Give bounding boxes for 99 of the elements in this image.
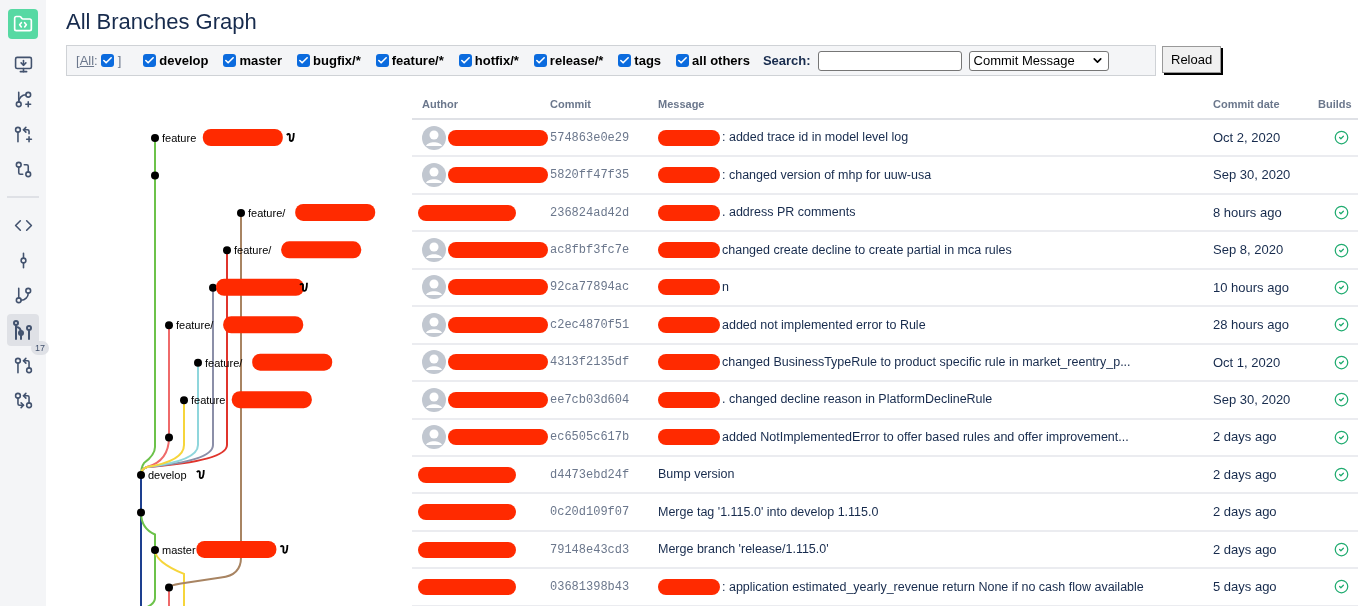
branch-label: feature (191, 394, 226, 407)
checkbox[interactable] (143, 54, 157, 67)
commit-message[interactable]: : changed version of mhp for uuw-usa (722, 165, 932, 185)
commit-message[interactable]: : added trace id in model level log (722, 128, 909, 148)
graph-icon (12, 319, 34, 341)
commit-hash[interactable]: d4473ebd24f (548, 465, 656, 484)
checkbox[interactable] (100, 54, 114, 67)
filter-label: master (239, 51, 283, 70)
commit-dot[interactable] (137, 508, 145, 517)
commit-hash[interactable]: 4313f2135df (548, 353, 656, 372)
commit-dot[interactable] (194, 358, 202, 367)
commit-message[interactable]: . address PR comments (722, 203, 856, 222)
commit-dot[interactable] (165, 583, 173, 592)
commit-date: 8 hours ago (1212, 203, 1283, 222)
column-header: Message (657, 96, 706, 112)
checkbox[interactable] (458, 54, 472, 67)
branch-plus-icon (13, 89, 33, 109)
branch-label: feature/ (176, 319, 214, 332)
search-type-select[interactable]: Commit Message (968, 50, 1109, 71)
compare-plus-icon (13, 159, 33, 179)
commit-date: 10 hours ago (1212, 278, 1290, 297)
commit-message[interactable]: changed BusinessTypeRule to product specific rule in market_reentry_p... (722, 352, 1131, 372)
commit-message[interactable]: added NotImplementedError to offer based rules and offer improvement... (722, 427, 1129, 447)
checkbox[interactable] (223, 54, 237, 67)
branch-label: feature (162, 132, 197, 144)
search-field[interactable] (817, 50, 962, 71)
commit-date: 5 days ago (1212, 578, 1278, 597)
commit-date: 2 days ago (1212, 428, 1278, 447)
page-title: All Branches Graph (66, 8, 258, 36)
all-bracket: [ (76, 51, 80, 70)
commit-dot[interactable] (151, 545, 159, 554)
branch-icon (13, 285, 33, 305)
commit-date: Sep 30, 2020 (1212, 391, 1292, 410)
pull-request-plus-icon (13, 124, 33, 144)
commit-message[interactable]: Bump version (658, 465, 735, 485)
filter-label: all others (692, 51, 750, 70)
checkbox[interactable] (618, 54, 632, 67)
commit-date: 28 hours ago (1212, 316, 1290, 335)
branch-label: master (162, 543, 196, 556)
filter-label: feature/* (391, 51, 444, 70)
count-badge: 17 (31, 341, 49, 355)
commit-dot[interactable] (165, 433, 173, 442)
monitor-download-icon (13, 54, 33, 74)
commit-dot[interactable] (151, 171, 159, 180)
column-header: Builds (1317, 96, 1352, 112)
filter-label: develop (159, 51, 209, 70)
commit-dot[interactable] (137, 471, 145, 480)
commit-message[interactable]: changed create decline to create partial in mca rules (722, 240, 1012, 260)
commit-dot[interactable] (209, 283, 217, 292)
commit-message[interactable]: added not implemented error to Rule (722, 315, 926, 335)
filter-label: hotfix/* (474, 51, 519, 70)
column-header: Author (421, 96, 460, 112)
commit-date: 2 days ago (1212, 503, 1278, 522)
commit-hash[interactable]: 5820ff47f35 (548, 166, 656, 185)
filter-label: bugfix/* (313, 51, 361, 70)
checkbox[interactable] (676, 54, 690, 67)
commit-dot[interactable] (223, 246, 231, 255)
commit-hash[interactable]: 0c20d109f07 (548, 503, 656, 522)
filter-label: tags (634, 51, 662, 70)
commit-hash[interactable]: ec6505c617b (548, 428, 656, 447)
commit-hash[interactable]: 236824ad42d (548, 203, 656, 222)
column-header: Commit (549, 96, 592, 112)
all-bracket: ] (117, 51, 122, 70)
folder-code-icon (13, 14, 33, 34)
commit-hash[interactable]: 79148e43cd3 (548, 540, 656, 559)
search-label: Search: (762, 51, 811, 70)
commit-date: Oct 1, 2020 (1212, 353, 1282, 372)
commit-hash[interactable]: ac8fbf3fc7e (548, 241, 656, 260)
commit-dot[interactable] (180, 396, 188, 405)
commit-message[interactable]: Merge branch 'release/1.115.0' (658, 540, 829, 559)
branch-label: feature/ (248, 206, 286, 219)
commit-hash[interactable]: ee7cb03d604 (548, 390, 656, 409)
commit-dot[interactable] (165, 321, 173, 330)
pull-request-icon (13, 355, 33, 375)
commit-message[interactable]: n (722, 278, 729, 297)
checkbox[interactable] (297, 54, 311, 67)
commit-message[interactable]: : application estimated_yearly_revenue return None if no cash flow available (722, 577, 1144, 597)
commit-date: 2 days ago (1212, 465, 1278, 484)
all-colon: : (94, 51, 98, 70)
commit-message[interactable]: Merge tag '1.115.0' into develop 1.115.0 (658, 502, 879, 522)
commit-hash[interactable]: c2ec4870f51 (548, 315, 656, 334)
commit-date: 2 days ago (1212, 540, 1278, 559)
column-header: Commit date (1212, 96, 1281, 112)
checkbox[interactable] (533, 54, 547, 67)
commit-hash[interactable]: 03681398b43 (548, 577, 656, 596)
commit-date: Sep 30, 2020 (1212, 166, 1292, 185)
commit-date: Oct 2, 2020 (1212, 128, 1282, 147)
commit-date: Sep 8, 2020 (1212, 241, 1285, 260)
filter-label: release/* (549, 51, 604, 70)
commit-dot[interactable] (151, 134, 159, 142)
checkbox[interactable] (375, 54, 389, 67)
commit-hash[interactable]: 92ca77894ac (548, 278, 656, 297)
sidebar-item[interactable] (7, 314, 39, 346)
commit-message[interactable]: . changed decline reason in PlatformDeclineRule (722, 390, 993, 410)
compare-icon (13, 390, 33, 410)
reload-button[interactable]: Reload (1162, 46, 1222, 73)
branch-label: develop (148, 469, 187, 482)
commit-dot[interactable] (237, 208, 245, 217)
commit-hash[interactable]: 574863e0e29 (548, 128, 656, 147)
